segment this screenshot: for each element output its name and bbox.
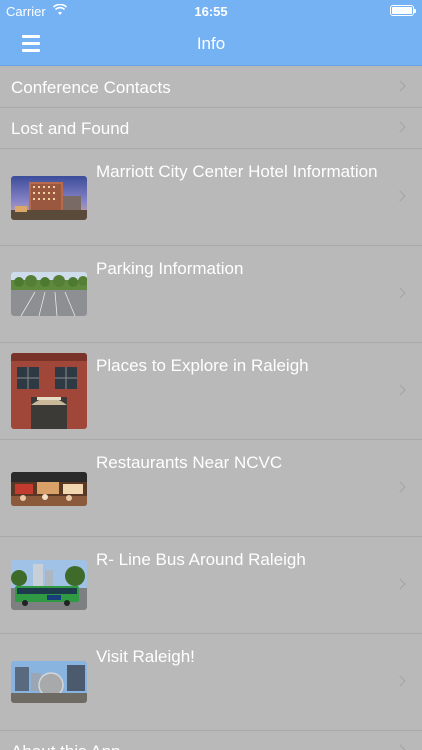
- list-item-marriott-hotel[interactable]: Marriott City Center Hotel Information: [0, 149, 422, 246]
- list-item-label: Parking Information: [96, 259, 244, 278]
- list-item-label: About this App: [11, 742, 121, 750]
- list-item-label: Places to Explore in Raleigh: [96, 356, 309, 375]
- bus-photo: [11, 560, 87, 610]
- status-bar: Carrier 16:55: [0, 0, 422, 22]
- list-item-r-line-bus[interactable]: R- Line Bus Around Raleigh: [0, 537, 422, 634]
- clock: 16:55: [194, 4, 228, 19]
- chevron-right-icon: [394, 121, 406, 133]
- list-item-label: Conference Contacts: [11, 78, 171, 97]
- list-item-label: Marriott City Center Hotel Information: [96, 162, 378, 181]
- list-item-label: Visit Raleigh!: [96, 647, 195, 666]
- restaurant-photo: [11, 472, 87, 506]
- list-item-restaurants[interactable]: Restaurants Near NCVC: [0, 440, 422, 537]
- info-list: Conference Contacts Lost and Found Marri…: [0, 67, 422, 750]
- list-item-places-to-explore[interactable]: Places to Explore in Raleigh: [0, 343, 422, 440]
- chevron-right-icon: [394, 578, 406, 590]
- list-item-label: Lost and Found: [11, 119, 130, 138]
- battery-icon: [390, 5, 416, 16]
- list-item-label: Restaurants Near NCVC: [96, 453, 283, 472]
- chevron-right-icon: [394, 384, 406, 396]
- hotel-photo: [11, 176, 87, 220]
- city-sculpture-photo: [11, 661, 87, 703]
- chevron-right-icon: [394, 190, 406, 202]
- page-title: Info: [196, 34, 226, 53]
- chevron-right-icon: [394, 675, 406, 687]
- list-item-about-app[interactable]: About this App: [0, 731, 422, 750]
- parking-lot-photo: [11, 272, 87, 316]
- chevron-right-icon: [394, 481, 406, 493]
- brick-building-photo: [11, 353, 87, 429]
- chevron-right-icon: [394, 80, 406, 92]
- list-item-visit-raleigh[interactable]: Visit Raleigh!: [0, 634, 422, 731]
- chevron-right-icon: [394, 744, 406, 750]
- list-item-lost-and-found[interactable]: Lost and Found: [0, 108, 422, 149]
- navigation-bar: Info: [0, 22, 422, 66]
- chevron-right-icon: [394, 287, 406, 299]
- list-item-label: R- Line Bus Around Raleigh: [96, 550, 306, 569]
- list-item-parking[interactable]: Parking Information: [0, 246, 422, 343]
- list-item-conference-contacts[interactable]: Conference Contacts: [0, 67, 422, 108]
